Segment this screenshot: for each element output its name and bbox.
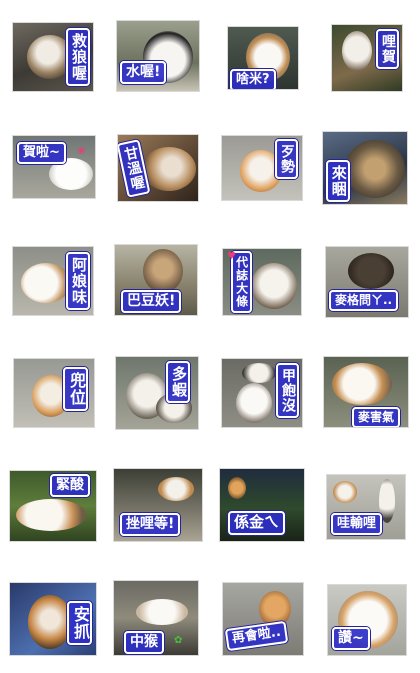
sticker-caption: 兜位: [63, 367, 88, 411]
sticker-4[interactable]: 哩賀: [331, 24, 403, 92]
sticker-caption: 啥米?: [230, 69, 276, 89]
sticker-caption: 安抓: [67, 601, 92, 645]
sticker-10[interactable]: 巴豆妖!: [114, 244, 198, 316]
sticker-caption: 係金ㄟ: [228, 511, 286, 535]
sticker-6[interactable]: 甘溫喔: [117, 134, 199, 202]
sticker-5[interactable]: 賀啦~ ❀: [12, 135, 96, 199]
sticker-22[interactable]: 中猴 ✿: [113, 580, 199, 656]
sticker-caption: 麥害氣: [352, 407, 401, 427]
sticker-caption: 甲飽沒: [276, 363, 299, 418]
sticker-19[interactable]: 係金ㄟ: [219, 468, 305, 542]
sticker-18[interactable]: 挫哩等!: [113, 468, 203, 542]
sticker-3[interactable]: 啥米?: [227, 26, 299, 90]
sticker-8[interactable]: 來睏: [322, 131, 408, 205]
sticker-1[interactable]: 救狼喔: [12, 22, 94, 92]
sticker-caption: 緊酸: [50, 474, 90, 497]
sticker-13[interactable]: 兜位: [13, 358, 95, 428]
sticker-caption: 哩賀: [376, 29, 399, 69]
sticker-2[interactable]: 水喔!: [116, 20, 200, 92]
sticker-15[interactable]: 甲飽沒: [221, 358, 303, 428]
sticker-caption: 來睏: [326, 160, 350, 202]
flower-icon: ❀: [77, 146, 86, 157]
sticker-caption: 阿娘味: [66, 252, 90, 310]
sticker-sheet: 救狼喔 水喔! 啥米? 哩賀 賀啦~ ❀ 甘溫喔 歹勢 來睏 阿娘味 巴豆妖! …: [0, 0, 420, 673]
sticker-caption: 挫哩等!: [120, 513, 181, 536]
sticker-7[interactable]: 歹勢: [221, 135, 303, 201]
heart-icon: ♥: [227, 251, 236, 262]
sticker-caption: 賀啦~: [17, 142, 66, 164]
sticker-caption: 歹勢: [275, 139, 298, 179]
sticker-caption: 麥格問ㄚ..: [329, 290, 399, 311]
paw-icon: ✿: [174, 635, 183, 646]
sticker-caption: 哇輸哩: [331, 513, 383, 535]
sticker-16[interactable]: 麥害氣: [323, 356, 409, 428]
sticker-17[interactable]: 緊酸: [9, 470, 97, 542]
sticker-24[interactable]: 讚~: [327, 584, 407, 656]
sticker-caption: 中猴: [124, 631, 164, 654]
sticker-caption: 巴豆妖!: [121, 290, 182, 313]
sticker-caption: 水喔!: [120, 61, 167, 84]
sticker-21[interactable]: 安抓: [9, 582, 97, 656]
sticker-caption: 救狼喔: [66, 28, 90, 86]
sticker-caption: 多蝦: [166, 361, 190, 403]
sticker-23[interactable]: 再會啦..: [222, 582, 304, 656]
sticker-20[interactable]: 哇輸哩: [326, 474, 406, 540]
sticker-9[interactable]: 阿娘味: [12, 246, 94, 316]
sticker-12[interactable]: 麥格問ㄚ..: [325, 246, 409, 318]
sticker-14[interactable]: 多蝦: [115, 356, 199, 430]
sticker-caption: 讚~: [332, 627, 370, 650]
sticker-11[interactable]: 代誌大條 ♥: [222, 248, 302, 316]
